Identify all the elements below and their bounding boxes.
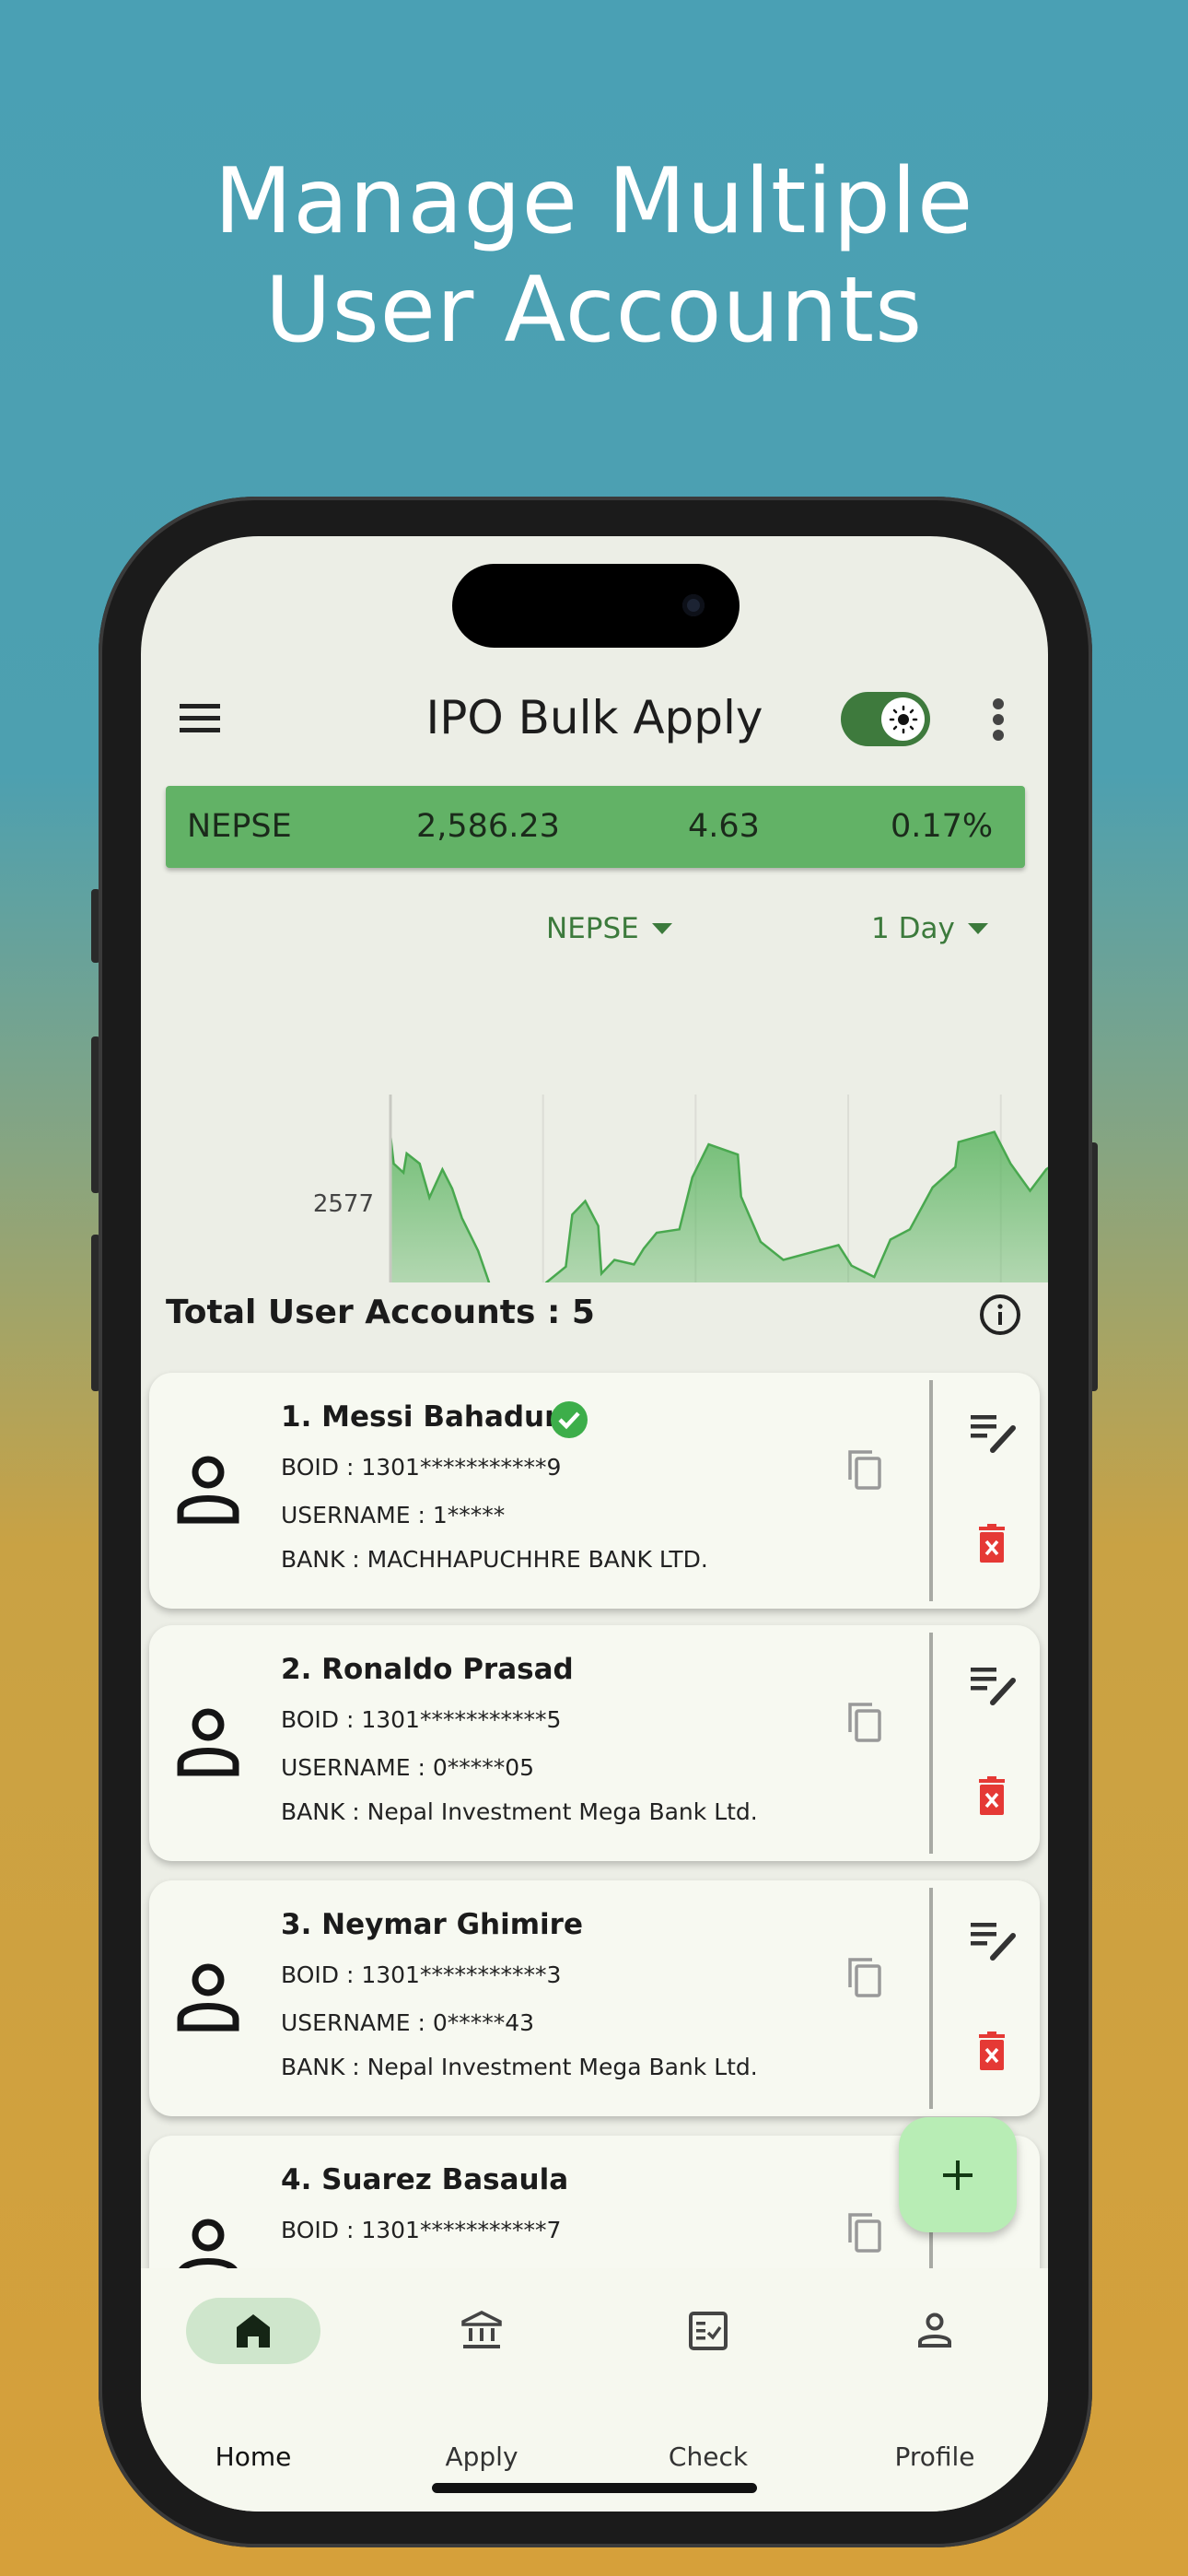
- card-divider: [929, 1380, 933, 1601]
- edit-icon[interactable]: [971, 1411, 1019, 1454]
- account-boid: BOID : 1301***********5: [281, 1706, 562, 1733]
- promo-headline: Manage Multiple User Accounts: [0, 147, 1188, 365]
- account-username: USERNAME : 0*****43: [281, 2009, 535, 2036]
- home-indicator: [432, 2483, 757, 2493]
- account-username: USERNAME : 1*****: [281, 1502, 506, 1528]
- headline-line-1: Manage Multiple: [214, 149, 974, 254]
- copy-icon[interactable]: [846, 1448, 883, 1491]
- copy-icon[interactable]: [846, 2211, 883, 2254]
- account-card[interactable]: 1. Messi Bahadur BOID : 1301***********9 U…: [149, 1373, 1040, 1609]
- avatar-person-icon: [177, 1963, 239, 2032]
- caret-down-icon: [651, 923, 672, 934]
- index-change: 4.63: [688, 808, 760, 845]
- account-name: 2. Ronaldo Prasad: [281, 1653, 574, 1686]
- range-dropdown-value: 1 Day: [871, 912, 955, 945]
- nav-profile[interactable]: Profile: [843, 2268, 1027, 2472]
- chart-area-fill: [390, 1131, 1048, 1282]
- avatar-person-icon: [177, 1708, 239, 1776]
- delete-icon[interactable]: [976, 1524, 1007, 1563]
- bottom-navigation: Home Apply Check Profile: [141, 2268, 1048, 2512]
- checklist-icon: [689, 2312, 728, 2350]
- range-dropdown[interactable]: 1 Day: [871, 912, 988, 945]
- copy-icon[interactable]: [846, 1956, 883, 1998]
- camera: [682, 594, 705, 616]
- account-boid: BOID : 1301***********3: [281, 1961, 562, 1988]
- info-icon[interactable]: [979, 1294, 1021, 1340]
- home-icon: [237, 2314, 270, 2348]
- nav-apply[interactable]: Apply: [390, 2268, 574, 2472]
- bank-icon: [461, 2311, 502, 2348]
- delete-icon[interactable]: [976, 2032, 1007, 2070]
- account-name: 4. Suarez Basaula: [281, 2163, 569, 2196]
- index-dropdown-value: NEPSE: [546, 912, 639, 945]
- account-bank: BANK : Nepal Investment Mega Bank Ltd.: [281, 1798, 758, 1825]
- y-tick-label: 2577: [313, 1190, 374, 1218]
- app-screen: IPO Bulk Apply NEPSE 2,586.23 4.63 0.17%…: [141, 536, 1048, 2512]
- account-card[interactable]: 2. Ronaldo Prasad BOID : 1301***********5…: [149, 1625, 1040, 1861]
- index-percent: 0.17%: [891, 808, 994, 845]
- edit-icon[interactable]: [971, 1919, 1019, 1961]
- index-dropdown[interactable]: NEPSE: [546, 912, 672, 945]
- account-boid: BOID : 1301***********9: [281, 1454, 562, 1481]
- account-username: USERNAME : 0*****05: [281, 1754, 535, 1781]
- nav-home[interactable]: Home: [161, 2268, 345, 2472]
- account-boid: BOID : 1301***********7: [281, 2217, 562, 2243]
- nav-apply-label: Apply: [445, 2441, 518, 2472]
- person-icon: [918, 2313, 951, 2348]
- more-vert-icon[interactable]: [992, 698, 1005, 744]
- verified-check-icon: [551, 1401, 588, 1438]
- caret-down-icon: [967, 923, 988, 934]
- account-bank: BANK : MACHHAPUCHHRE BANK LTD.: [281, 1546, 708, 1573]
- index-summary-bar: NEPSE 2,586.23 4.63 0.17%: [166, 786, 1025, 868]
- account-bank: BANK : Nepal Investment Mega Bank Ltd.: [281, 2054, 758, 2080]
- add-account-button[interactable]: [899, 2117, 1017, 2232]
- theme-toggle[interactable]: [841, 692, 930, 746]
- edit-icon[interactable]: [971, 1664, 1019, 1706]
- index-chart: 11:02 AM11:49 AM12:36 PM1:23 PM2:10 PM2:…: [313, 1095, 1048, 1282]
- account-card[interactable]: 3. Neymar Ghimire BOID : 1301***********3…: [149, 1880, 1040, 2116]
- nav-check-label: Check: [668, 2441, 749, 2472]
- plus-icon: [943, 2160, 973, 2190]
- index-value: 2,586.23: [416, 808, 560, 845]
- account-name: 1. Messi Bahadur: [281, 1400, 559, 1434]
- nav-home-label: Home: [215, 2441, 292, 2472]
- card-divider: [929, 1633, 933, 1854]
- total-accounts-label: Total User Accounts : 5: [166, 1294, 595, 1331]
- sun-icon: [881, 697, 925, 741]
- dynamic-island: [452, 564, 740, 648]
- delete-icon[interactable]: [976, 1776, 1007, 1815]
- headline-line-2: User Accounts: [264, 258, 924, 363]
- account-name: 3. Neymar Ghimire: [281, 1908, 583, 1941]
- copy-icon[interactable]: [846, 1701, 883, 1743]
- nav-profile-label: Profile: [894, 2441, 975, 2472]
- index-name: NEPSE: [187, 808, 292, 845]
- avatar-person-icon: [177, 1456, 239, 1524]
- nav-check[interactable]: Check: [616, 2268, 800, 2472]
- card-divider: [929, 1888, 933, 2109]
